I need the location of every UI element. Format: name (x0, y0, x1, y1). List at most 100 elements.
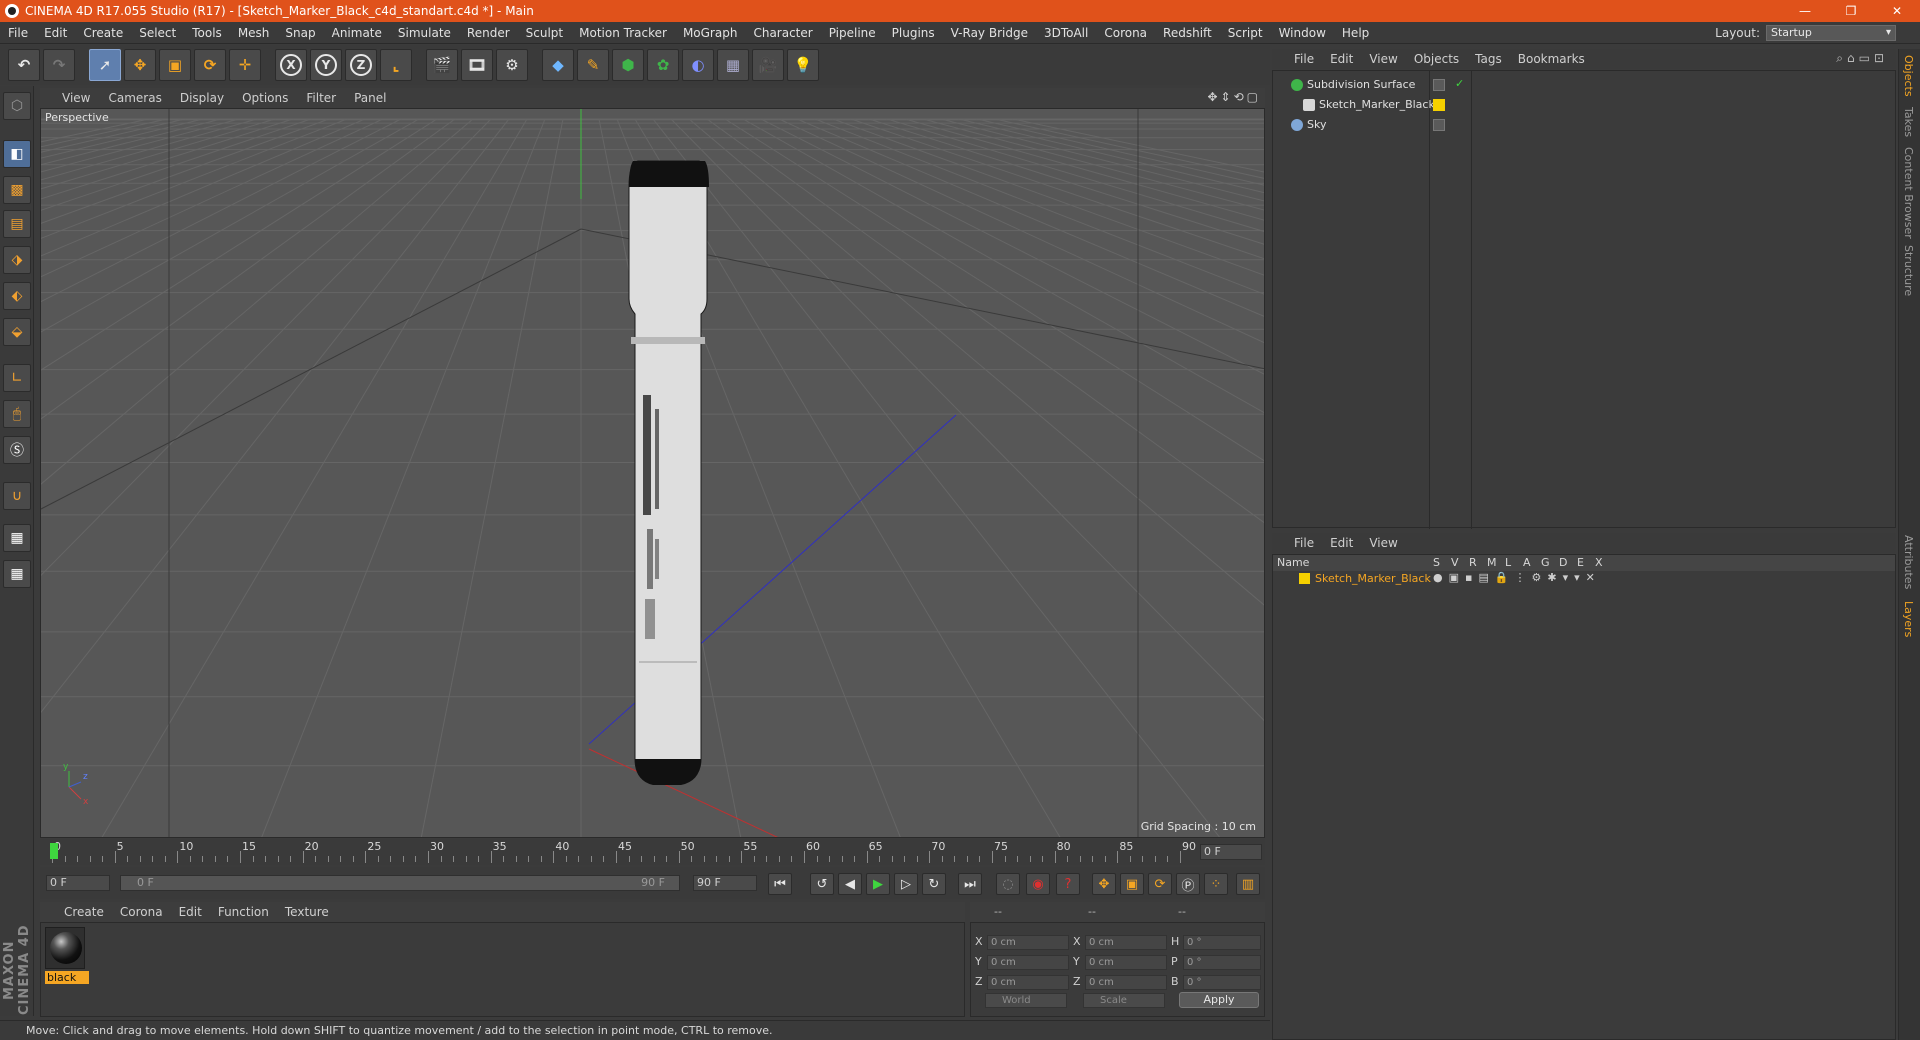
scale-tool-icon[interactable]: ▣ (159, 49, 191, 81)
next-key-icon[interactable]: ↻ (922, 873, 946, 895)
redo-icon[interactable]: ↷ (43, 49, 75, 81)
size-x-field[interactable]: 0 cm (1085, 935, 1167, 950)
apply-button[interactable]: Apply (1179, 992, 1259, 1008)
menu-simulate[interactable]: Simulate (390, 22, 459, 44)
layer-menu-view[interactable]: View (1361, 536, 1405, 550)
menu-file[interactable]: File (0, 22, 36, 44)
axis-mode-icon[interactable]: ∟ (3, 364, 31, 392)
menu-3dtoall[interactable]: 3DToAll (1036, 22, 1096, 44)
menu-animate[interactable]: Animate (324, 22, 390, 44)
polygons-mode-icon[interactable]: ⬙ (3, 318, 31, 346)
object-menu-view[interactable]: View (1361, 52, 1405, 66)
make-editable-icon[interactable]: ⬡ (3, 92, 31, 120)
material-menu-corona[interactable]: Corona (112, 905, 171, 919)
deformer-icon[interactable]: ◐ (682, 49, 714, 81)
tab-takes[interactable]: Takes (1902, 107, 1915, 137)
menu-pipeline[interactable]: Pipeline (821, 22, 884, 44)
layer-toggle-icons[interactable]: ●▣▪▤🔒⋮⚙✱▾▾✕ (1433, 571, 1601, 584)
viewport-menu-cameras[interactable]: Cameras (100, 91, 169, 105)
previous-key-icon[interactable]: ↺ (810, 873, 834, 895)
maximize-button[interactable]: ❐ (1828, 0, 1874, 22)
render-to-picture-viewer-icon[interactable]: 🎞 (461, 49, 493, 81)
edit-render-settings-icon[interactable]: ⚙ (496, 49, 528, 81)
menu-tools[interactable]: Tools (184, 22, 230, 44)
workplane-mode-icon[interactable]: ▤ (3, 210, 31, 238)
record-keys-icon[interactable]: ◉ (1026, 873, 1050, 895)
object-row-subdivision-surface[interactable]: Subdivision Surface ✓ (1273, 75, 1895, 95)
visibility-toggle-icon[interactable] (1433, 79, 1445, 91)
z-axis-lock-icon[interactable]: Z (345, 49, 377, 81)
go-to-start-icon[interactable]: ⏮ (768, 873, 792, 895)
workplane-grid-icon[interactable]: ▦ (3, 560, 31, 588)
layer-name[interactable]: Sketch_Marker_Black (1315, 572, 1431, 585)
x-axis-lock-icon[interactable]: X (275, 49, 307, 81)
rotate-tool-icon[interactable]: ⟳ (194, 49, 226, 81)
menu-script[interactable]: Script (1220, 22, 1271, 44)
layer-color-icon[interactable] (1433, 99, 1445, 111)
pos-y-field[interactable]: 0 cm (987, 955, 1069, 970)
object-manager-tools-icons[interactable]: ⌕⌂▭⊡ (1836, 51, 1888, 66)
layer-row-sketch-marker-black[interactable]: Sketch_Marker_Black ●▣▪▤🔒⋮⚙✱▾▾✕ (1273, 571, 1895, 587)
recent-tool-icon[interactable]: ✛ (229, 49, 261, 81)
cloner-icon[interactable]: ✿ (647, 49, 679, 81)
key-pla-icon[interactable]: ⁘ (1204, 873, 1228, 895)
layer-color-icon[interactable] (1299, 573, 1310, 584)
menu-plugins[interactable]: Plugins (884, 22, 943, 44)
material-menu-texture[interactable]: Texture (277, 905, 337, 919)
layout-dropdown[interactable]: Startup (1766, 25, 1896, 41)
render-view-icon[interactable]: 🎬 (426, 49, 458, 81)
object-row-sky[interactable]: Sky (1273, 115, 1895, 135)
pen-spline-icon[interactable]: ✎ (577, 49, 609, 81)
minimize-button[interactable]: — (1782, 0, 1828, 22)
timeline-ruler[interactable]: 051015202530354045505560657075808590 0 F (40, 839, 1265, 865)
key-rotation-icon[interactable]: ⟳ (1148, 873, 1172, 895)
live-selection-icon[interactable]: ➚ (89, 49, 121, 81)
edges-mode-icon[interactable]: ⬖ (3, 282, 31, 310)
object-menu-edit[interactable]: Edit (1322, 52, 1361, 66)
camera-icon[interactable]: 🎥 (752, 49, 784, 81)
tab-attributes[interactable]: Attributes (1902, 535, 1915, 589)
visibility-toggle-icon[interactable] (1433, 119, 1445, 131)
menu-vray-bridge[interactable]: V-Ray Bridge (943, 22, 1036, 44)
menu-character[interactable]: Character (745, 22, 820, 44)
tab-objects[interactable]: Objects (1902, 55, 1915, 97)
material-menu-function[interactable]: Function (210, 905, 277, 919)
points-mode-icon[interactable]: ⬗ (3, 246, 31, 274)
end-frame-field[interactable]: 90 F (693, 875, 757, 891)
menu-render[interactable]: Render (459, 22, 518, 44)
object-menu-objects[interactable]: Objects (1406, 52, 1467, 66)
material-name[interactable]: black (45, 971, 89, 984)
menu-corona[interactable]: Corona (1096, 22, 1155, 44)
pos-x-field[interactable]: 0 cm (987, 935, 1069, 950)
coordinate-system-icon[interactable]: ⌞ (380, 49, 412, 81)
key-parameter-icon[interactable]: Ⓟ (1176, 873, 1200, 895)
go-to-end-icon[interactable]: ⏭ (958, 873, 982, 895)
rot-h-field[interactable]: 0 ° (1183, 935, 1261, 950)
object-row-sketch-marker-black[interactable]: Sketch_Marker_Black (1273, 95, 1895, 115)
y-axis-lock-icon[interactable]: Y (310, 49, 342, 81)
object-menu-file[interactable]: File (1286, 52, 1322, 66)
enabled-check-icon[interactable]: ✓ (1455, 77, 1464, 90)
playhead-marker[interactable] (50, 843, 58, 859)
autokey-icon[interactable]: ? (1056, 873, 1080, 895)
size-z-field[interactable]: 0 cm (1085, 975, 1167, 990)
viewport-menu-options[interactable]: Options (234, 91, 296, 105)
viewport-menu-view[interactable]: View (54, 91, 98, 105)
move-tool-icon[interactable]: ✥ (124, 49, 156, 81)
menu-redshift[interactable]: Redshift (1155, 22, 1220, 44)
menu-mesh[interactable]: Mesh (230, 22, 278, 44)
size-mode-dropdown[interactable]: Scale (1083, 993, 1165, 1008)
menu-snap[interactable]: Snap (277, 22, 323, 44)
tab-structure[interactable]: Structure (1902, 245, 1915, 296)
layer-menu-file[interactable]: File (1286, 536, 1322, 550)
material-menu-create[interactable]: Create (56, 905, 112, 919)
menu-sculpt[interactable]: Sculpt (518, 22, 571, 44)
menu-mograph[interactable]: MoGraph (675, 22, 746, 44)
layer-menu-edit[interactable]: Edit (1322, 536, 1361, 550)
timeline-window-icon[interactable]: ▥ (1236, 873, 1260, 895)
menu-select[interactable]: Select (131, 22, 184, 44)
start-frame-field[interactable]: 0 F (46, 875, 110, 891)
texture-mode-icon[interactable]: ▩ (3, 176, 31, 204)
snapping-icon[interactable]: Ⓢ (3, 436, 31, 464)
close-button[interactable]: ✕ (1874, 0, 1920, 22)
